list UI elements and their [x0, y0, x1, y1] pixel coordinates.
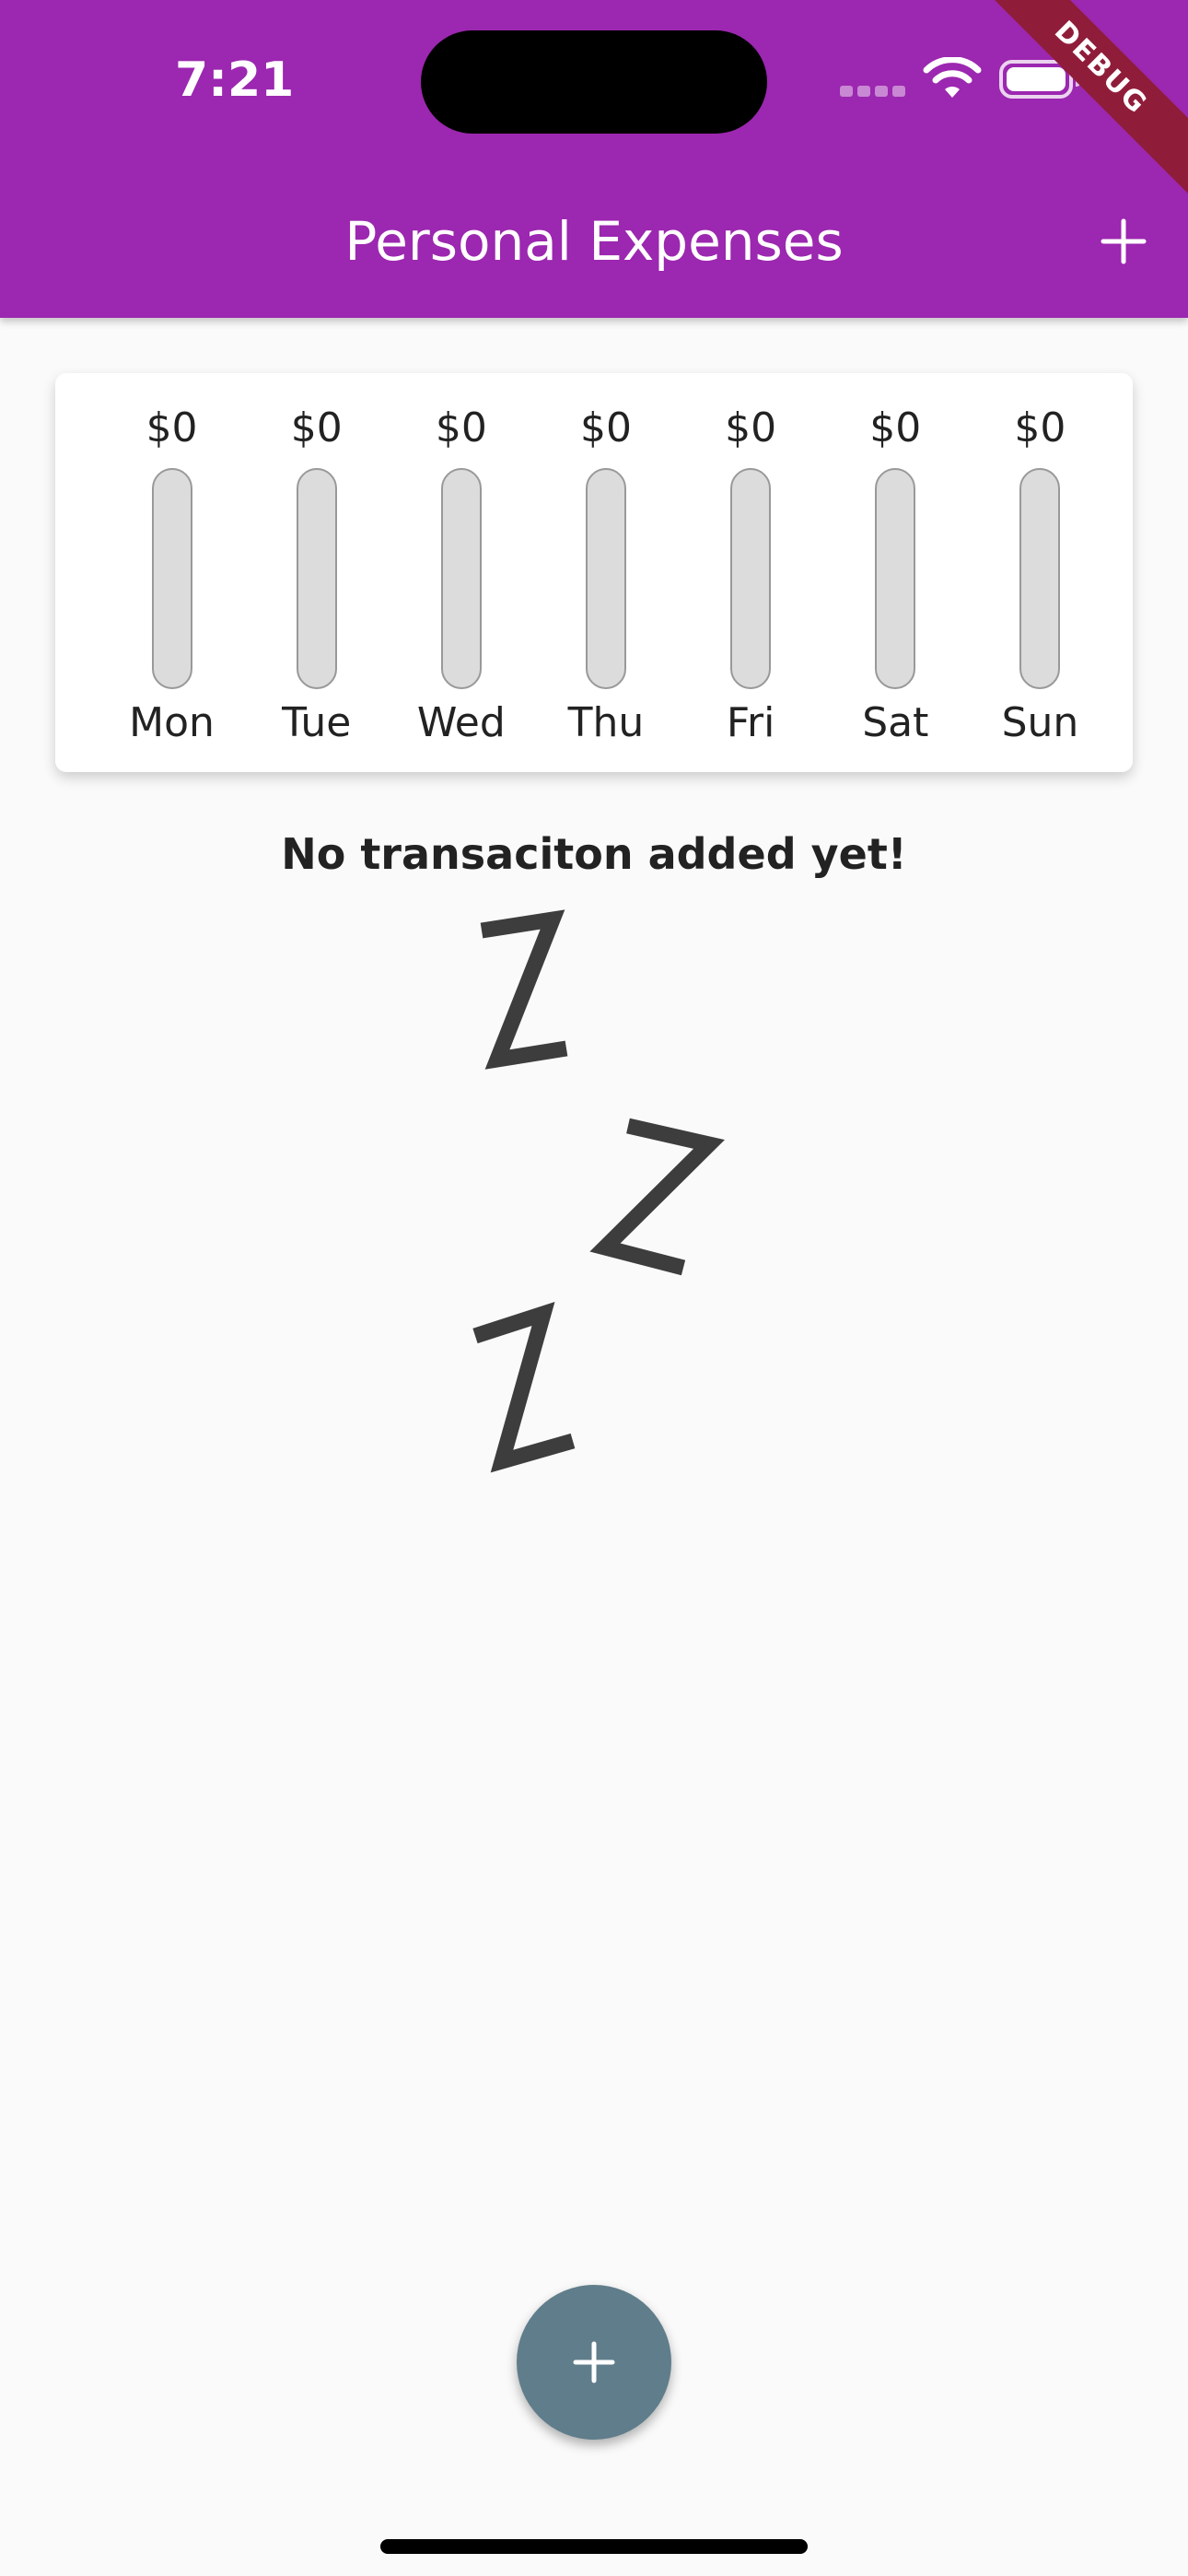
- chart-bar-fri: $0 Fri: [679, 373, 823, 772]
- bar-day-label: Tue: [282, 699, 352, 746]
- bar-day-label: Sat: [862, 699, 929, 746]
- bar-amount: $0: [579, 404, 632, 451]
- bar-track: [585, 468, 626, 689]
- app-bar: 7:21 Personal Expenses: [0, 0, 1188, 318]
- empty-state-text: No transaciton added yet!: [281, 829, 907, 879]
- bar-track: [440, 468, 482, 689]
- bar-track: [151, 468, 192, 689]
- bar-day-label: Sun: [1001, 699, 1079, 746]
- page-title: Personal Expenses: [344, 210, 844, 273]
- sleeping-zzz-icon: [472, 909, 725, 1473]
- bar-day-label: Thu: [567, 699, 645, 746]
- bar-day-label: Wed: [416, 699, 506, 746]
- chart-bars: $0 Mon $0 Tue $0 Wed $0 Thu $0 Fri $0 Sat $0 Sun: [99, 373, 1112, 772]
- cellular-signal-icon: [840, 85, 910, 101]
- bar-amount: $0: [869, 404, 922, 451]
- bar-track: [730, 468, 772, 689]
- bar-track: [1019, 468, 1061, 689]
- wifi-icon: [923, 57, 982, 98]
- status-time: 7:21: [175, 53, 295, 108]
- bar-amount: $0: [435, 404, 487, 451]
- chart-bar-tue: $0 Tue: [244, 373, 389, 772]
- chart-bar-sun: $0 Sun: [968, 373, 1112, 772]
- bar-day-label: Mon: [129, 699, 215, 746]
- home-indicator: [380, 2539, 808, 2554]
- bar-amount: $0: [725, 404, 777, 451]
- chart-bar-mon: $0 Mon: [99, 373, 244, 772]
- bar-amount: $0: [146, 404, 198, 451]
- bar-amount: $0: [1014, 404, 1066, 451]
- chart-bar-sat: $0 Sat: [823, 373, 968, 772]
- bar-track: [296, 468, 337, 689]
- bar-amount: $0: [290, 404, 343, 451]
- chart-bar-wed: $0 Wed: [389, 373, 533, 772]
- weekly-chart-card: $0 Mon $0 Tue $0 Wed $0 Thu $0 Fri $0 Sat $0 Sun: [55, 373, 1133, 772]
- bar-day-label: Fri: [726, 699, 775, 746]
- plus-icon: [573, 2341, 615, 2383]
- dynamic-island: [421, 30, 767, 134]
- chart-bar-thu: $0 Thu: [533, 373, 678, 772]
- add-transaction-fab[interactable]: [517, 2285, 671, 2440]
- bar-track: [875, 468, 916, 689]
- plus-icon[interactable]: [1087, 205, 1160, 278]
